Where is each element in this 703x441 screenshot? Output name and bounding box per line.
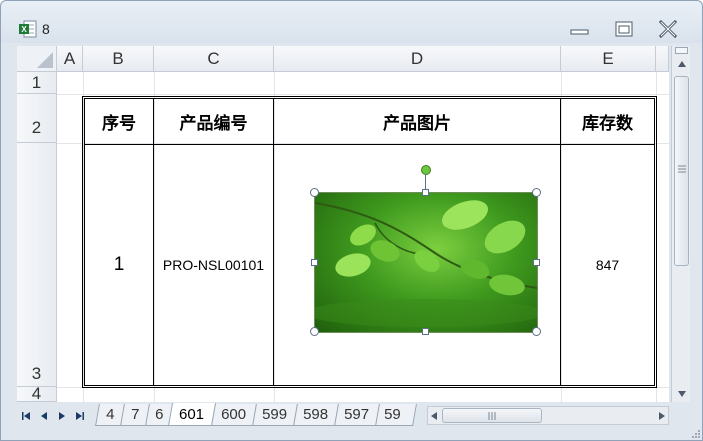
grip-icon — [488, 411, 496, 420]
row-header-3[interactable]: 3 — [17, 143, 57, 387]
resize-handle-e[interactable] — [533, 259, 540, 266]
maximize-button[interactable] — [611, 19, 637, 39]
header-cell-stock[interactable]: 库存数 — [561, 99, 654, 144]
sheet-tab-bar: 4 7 6 601 600 599 598 597 59 — [17, 403, 669, 428]
vertical-scroll-thumb[interactable] — [674, 76, 689, 266]
leaf-image — [315, 200, 537, 327]
sheet-tab-active[interactable]: 601 — [167, 403, 217, 426]
vertical-scrollbar[interactable] — [671, 46, 690, 402]
column-header-a[interactable]: A — [57, 46, 83, 72]
next-sheet-icon — [59, 412, 65, 420]
scroll-right-icon[interactable] — [658, 411, 666, 421]
split-box[interactable] — [675, 47, 688, 54]
prev-sheet-button[interactable] — [37, 408, 51, 424]
header-cell-product-code[interactable]: 产品编号 — [154, 99, 273, 144]
svg-text:X: X — [21, 25, 27, 34]
sheet-tab[interactable]: 599 — [252, 404, 298, 426]
resize-grip-icon[interactable] — [689, 427, 701, 439]
prev-sheet-icon — [41, 412, 47, 420]
header-cell-product-image[interactable]: 产品图片 — [274, 99, 560, 144]
first-sheet-icon — [22, 412, 30, 420]
last-sheet-icon — [76, 412, 84, 420]
grip-icon — [678, 165, 686, 173]
worksheet-grid[interactable]: A B C D E 1 2 3 4 序号 产品编号 产品图片 库存数 1 PRO… — [17, 46, 669, 402]
sheet-tab[interactable]: 597 — [334, 404, 380, 426]
row-header-1[interactable]: 1 — [17, 72, 57, 94]
sheet-tab[interactable]: 598 — [293, 404, 339, 426]
excel-window: X 8 A B C D E 1 2 3 4 序号 产品编号 产品图片 库存数 1… — [0, 0, 703, 441]
window-title: 8 — [42, 21, 50, 37]
maximize-icon — [615, 21, 633, 37]
first-sheet-button[interactable] — [19, 408, 33, 424]
sheet-tab[interactable]: 59 — [375, 404, 417, 426]
scroll-down-icon[interactable] — [677, 390, 687, 398]
resize-handle-sw[interactable] — [310, 327, 319, 336]
column-header-c[interactable]: C — [154, 46, 274, 72]
row-header-4[interactable]: 4 — [17, 385, 57, 402]
cell-index[interactable]: 1 — [85, 145, 153, 385]
scroll-left-icon[interactable] — [430, 411, 438, 421]
resize-handle-w[interactable] — [311, 259, 318, 266]
column-header-d[interactable]: D — [274, 46, 561, 72]
select-all-icon — [37, 52, 53, 68]
minimize-icon — [570, 29, 589, 35]
excel-icon: X — [19, 20, 37, 38]
horizontal-scroll-thumb[interactable] — [442, 408, 542, 423]
close-icon — [658, 20, 678, 38]
close-button[interactable] — [655, 19, 681, 39]
scroll-up-icon[interactable] — [677, 60, 687, 68]
sheet-tab[interactable]: 600 — [211, 404, 257, 426]
select-all-corner[interactable] — [17, 46, 57, 72]
cell-stock[interactable]: 847 — [561, 145, 654, 385]
column-header-b[interactable]: B — [83, 46, 154, 72]
cell-product-code[interactable]: PRO-NSL00101 — [154, 145, 273, 385]
header-cell-index[interactable]: 序号 — [85, 99, 153, 144]
resize-handle-ne[interactable] — [532, 188, 541, 197]
column-header-e[interactable]: E — [561, 46, 656, 72]
column-header-f[interactable] — [656, 46, 669, 72]
row-header-2[interactable]: 2 — [17, 94, 57, 143]
rotation-handle[interactable] — [421, 165, 431, 175]
last-sheet-button[interactable] — [73, 408, 87, 424]
resize-handle-n[interactable] — [422, 189, 429, 196]
gridline — [57, 94, 669, 95]
product-picture[interactable] — [315, 193, 537, 332]
title-bar[interactable]: X 8 — [1, 1, 702, 43]
next-sheet-button[interactable] — [55, 408, 69, 424]
resize-handle-se[interactable] — [532, 327, 541, 336]
resize-handle-nw[interactable] — [310, 188, 319, 197]
minimize-button[interactable] — [567, 19, 593, 39]
horizontal-scrollbar[interactable] — [427, 406, 669, 425]
resize-handle-s[interactable] — [422, 328, 429, 335]
